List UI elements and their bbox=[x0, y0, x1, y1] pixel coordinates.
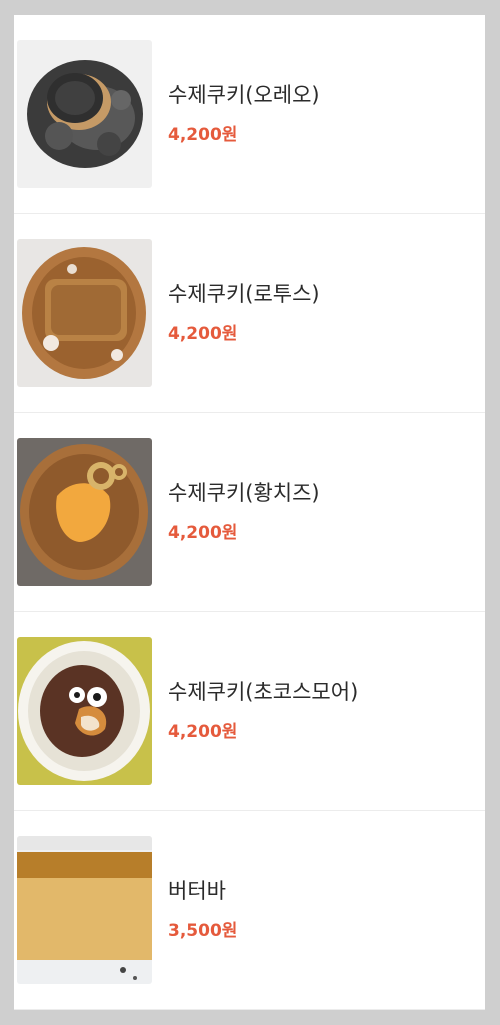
menu-item-oreo[interactable]: 수제쿠키(오레오) 4,200원 bbox=[14, 15, 485, 214]
yellow-cheese-cookie-photo bbox=[17, 438, 152, 586]
menu-item-price: 4,200원 bbox=[168, 722, 238, 742]
lotus-cookie-image bbox=[17, 239, 152, 387]
menu-item-price: 4,200원 bbox=[168, 324, 238, 344]
oreo-cookie-photo bbox=[17, 40, 152, 188]
choco-smore-cookie-photo bbox=[17, 637, 152, 785]
menu-item-price: 3,500원 bbox=[168, 921, 238, 941]
butter-bar-image bbox=[17, 836, 152, 984]
butter-bar-photo bbox=[17, 836, 152, 984]
menu-item-name: 버터바 bbox=[168, 879, 226, 903]
yellow-cheese-cookie-image bbox=[17, 438, 152, 586]
menu-item-name: 수제쿠키(황치즈) bbox=[168, 481, 320, 505]
menu-item-choco-smore[interactable]: 수제쿠키(초코스모어) 4,200원 bbox=[14, 612, 485, 811]
menu-item-name: 수제쿠키(로투스) bbox=[168, 282, 320, 306]
menu-item-price: 4,200원 bbox=[168, 523, 238, 543]
menu-item-lotus[interactable]: 수제쿠키(로투스) 4,200원 bbox=[14, 214, 485, 413]
choco-smore-cookie-image bbox=[17, 637, 152, 785]
menu-item-name: 수제쿠키(오레오) bbox=[168, 83, 320, 107]
menu-item-price: 4,200원 bbox=[168, 125, 238, 145]
oreo-cookie-image bbox=[17, 40, 152, 188]
menu-item-name: 수제쿠키(초코스모어) bbox=[168, 680, 359, 704]
lotus-cookie-photo bbox=[17, 239, 152, 387]
menu-item-butter-bar[interactable]: 버터바 3,500원 bbox=[14, 811, 485, 1010]
menu-item-yellow-cheese[interactable]: 수제쿠키(황치즈) 4,200원 bbox=[14, 413, 485, 612]
menu-list: 수제쿠키(오레오) 4,200원 수제쿠키(로투스) 4,200원 수제쿠키(황… bbox=[14, 15, 485, 1010]
right-gutter bbox=[485, 15, 500, 1010]
